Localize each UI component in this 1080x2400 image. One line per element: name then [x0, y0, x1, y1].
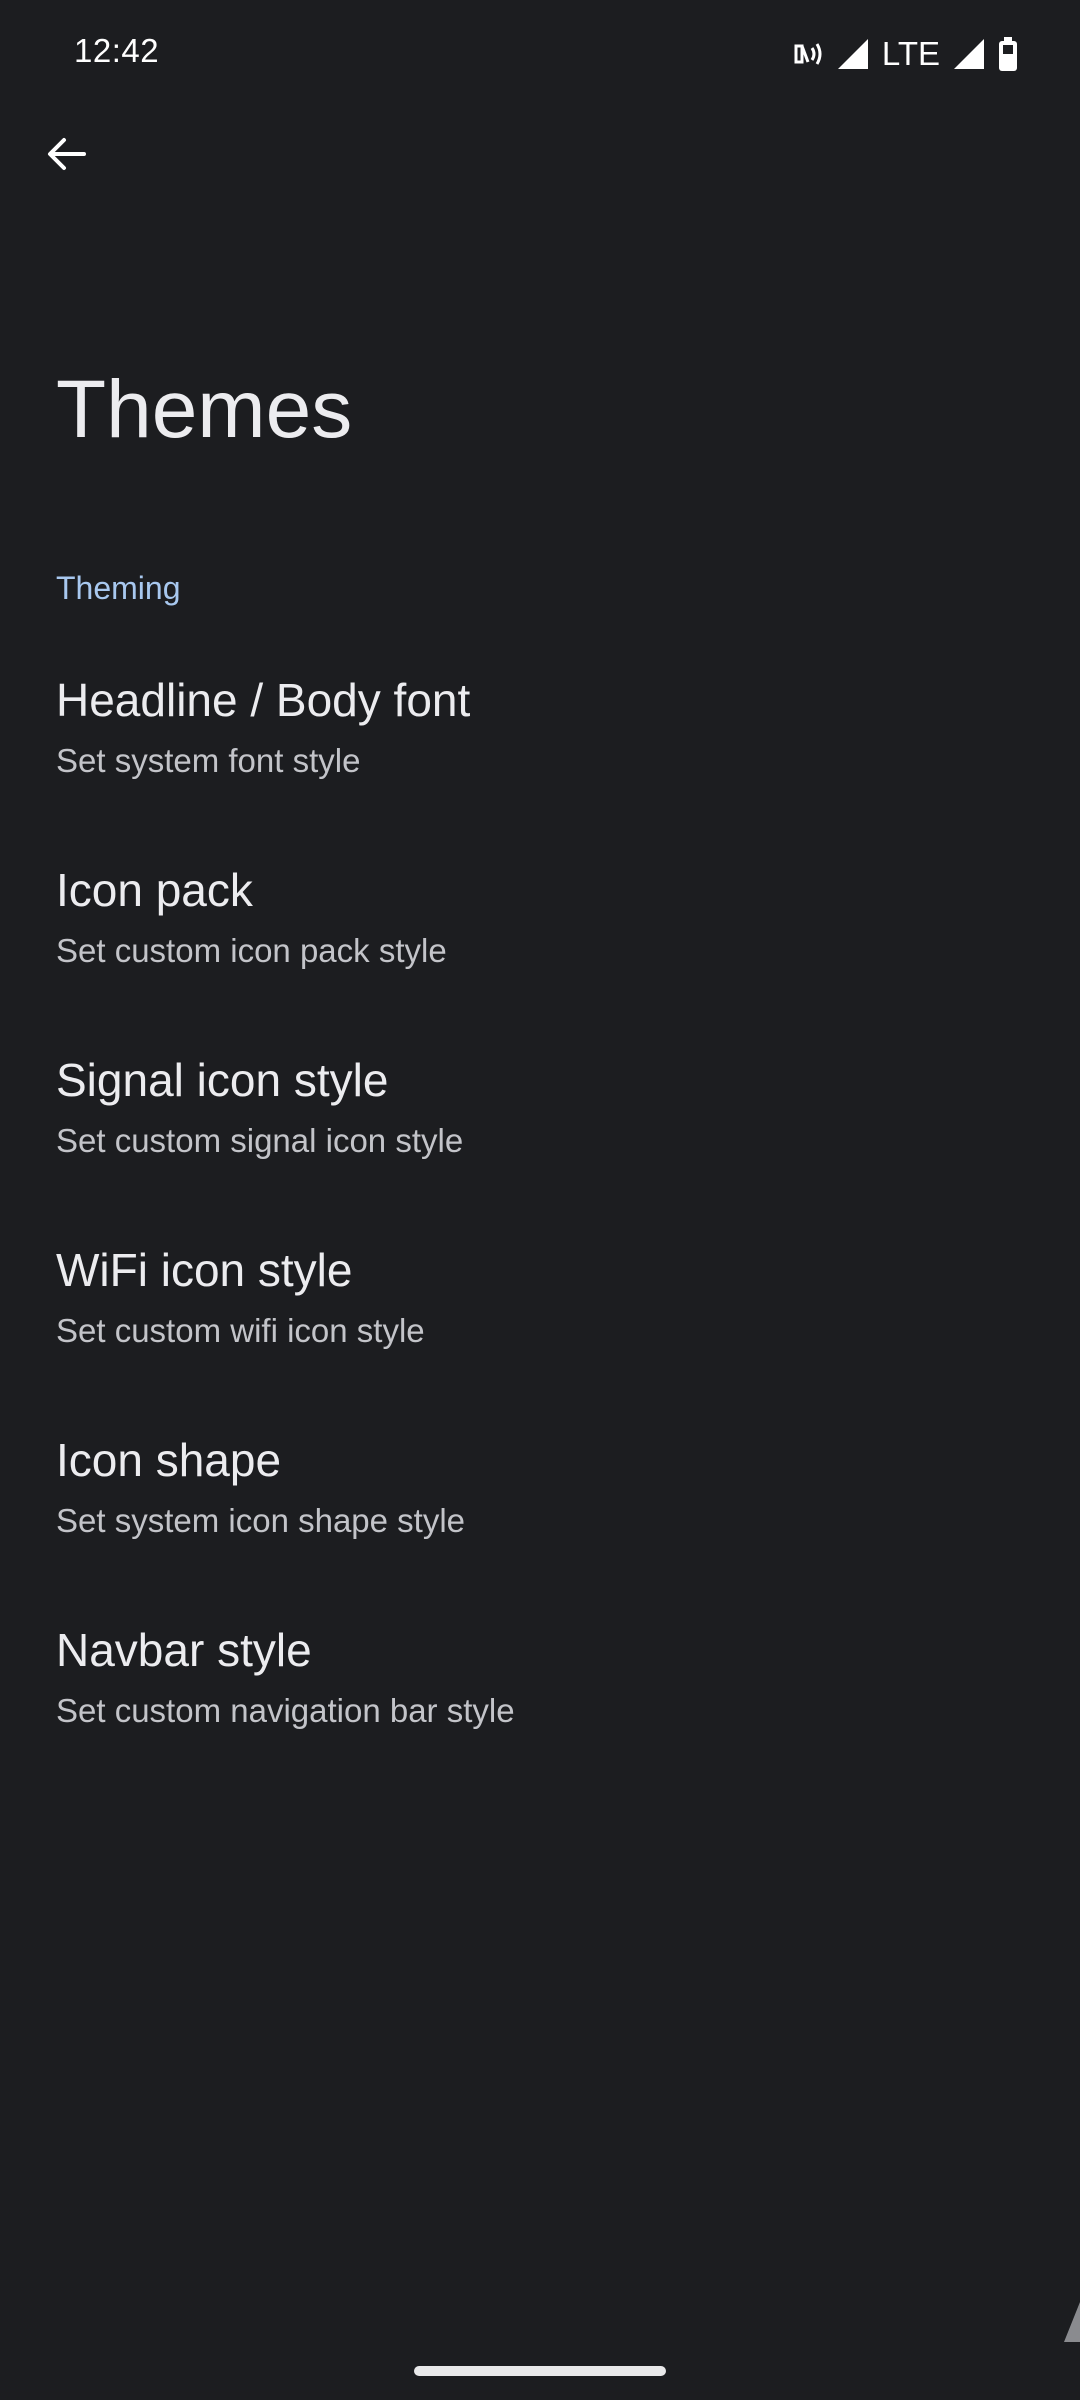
arrow-back-icon [44, 132, 88, 181]
section-header-theming: Theming [56, 570, 181, 606]
pref-title: Navbar style [56, 1624, 312, 1676]
pref-title: WiFi icon style [56, 1244, 353, 1296]
signal-icon [837, 39, 868, 69]
pref-summary: Set custom icon pack style [56, 932, 447, 969]
battery-icon [998, 37, 1018, 71]
status-time: 12:42 [74, 32, 160, 69]
pref-summary: Set system font style [56, 742, 361, 779]
pref-title: Headline / Body font [56, 674, 471, 726]
pref-summary: Set system icon shape style [56, 1502, 466, 1539]
status-bar: 12:42 LTE [0, 0, 1080, 110]
pref-summary: Set custom wifi icon style [56, 1312, 425, 1349]
network-type-label: LTE [881, 35, 940, 72]
pref-wifi-icon-style[interactable]: WiFi icon style Set custom wifi icon sty… [0, 1230, 1080, 1420]
signal-icon [954, 39, 984, 69]
pref-title: Icon pack [56, 864, 253, 916]
pref-icon-pack[interactable]: Icon pack Set custom icon pack style [0, 850, 1080, 1040]
pref-summary: Set custom navigation bar style [56, 1692, 515, 1729]
back-button[interactable] [36, 126, 96, 186]
pref-signal-icon-style[interactable]: Signal icon style Set custom signal icon… [0, 1040, 1080, 1230]
preference-list: Headline / Body font Set system font sty… [0, 660, 1080, 1800]
gesture-navigation-handle[interactable] [414, 2366, 666, 2376]
nfc-icon [792, 40, 824, 68]
pref-title: Icon shape [56, 1434, 282, 1486]
page-title: Themes [56, 364, 353, 455]
pref-title: Signal icon style [56, 1054, 389, 1106]
pref-headline-body-font[interactable]: Headline / Body font Set system font sty… [0, 660, 1080, 850]
status-icons: LTE [792, 34, 1018, 74]
pref-navbar-style[interactable]: Navbar style Set custom navigation bar s… [0, 1610, 1080, 1800]
pref-summary: Set custom signal icon style [56, 1122, 464, 1159]
corner-indicator [1064, 2302, 1080, 2347]
pref-icon-shape[interactable]: Icon shape Set system icon shape style [0, 1420, 1080, 1610]
